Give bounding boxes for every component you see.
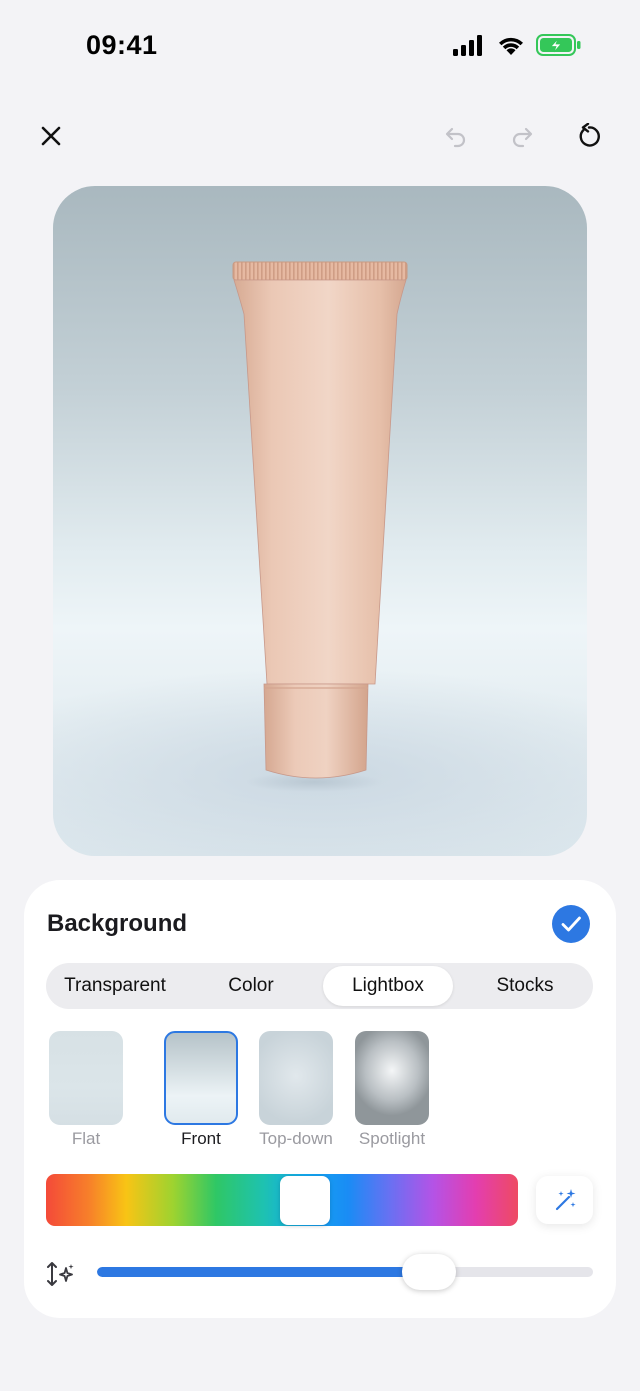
tab-color[interactable]: Color [186,966,316,1006]
reset-icon [579,123,600,147]
image-preview[interactable] [53,186,587,856]
magic-wand-button[interactable] [536,1176,593,1224]
undo-icon [445,127,466,148]
style-front[interactable]: Front [164,1031,238,1148]
style-thumbnail [164,1031,238,1125]
checkmark-icon [561,916,581,932]
redo-button[interactable] [496,110,548,162]
tab-transparent[interactable]: Transparent [50,966,180,1006]
battery-charging-icon [536,34,582,61]
undo-button[interactable] [430,110,482,162]
product-tube-image [232,261,408,792]
style-spotlight[interactable]: Spotlight [355,1031,429,1148]
style-thumbnail [259,1031,333,1125]
style-thumbnail [355,1031,429,1125]
intensity-slider-thumb[interactable] [402,1254,457,1290]
background-type-tabs: Transparent Color Lightbox Stocks [46,963,593,1009]
style-flat[interactable]: Flat [49,1031,123,1148]
status-icons [452,34,582,61]
style-label: Spotlight [358,1129,426,1148]
style-thumbnail [49,1031,123,1125]
style-top-down[interactable]: Top-down [259,1031,333,1148]
magic-wand-icon [555,1189,576,1211]
hue-slider-thumb[interactable] [280,1176,330,1225]
panel-title: Background [47,910,188,937]
status-time: 09:41 [86,30,158,60]
background-panel: Background Transparent Color Lightbox St… [24,880,616,1318]
redo-icon [512,127,533,148]
close-button[interactable] [25,110,77,162]
close-icon [41,126,61,146]
editor-toolbar [0,110,640,162]
tab-lightbox[interactable]: Lightbox [323,966,453,1006]
intensity-slider[interactable] [97,1267,593,1277]
style-label: Flat [71,1129,101,1148]
wifi-icon [496,34,526,61]
intensity-slider-fill [97,1267,430,1277]
confirm-button[interactable] [552,905,590,943]
status-bar: 09:41 [0,0,640,96]
reset-button[interactable] [563,110,615,162]
tab-stocks[interactable]: Stocks [460,966,590,1006]
cellular-signal-icon [452,34,486,61]
intensity-sparkle-icon [47,1262,74,1286]
